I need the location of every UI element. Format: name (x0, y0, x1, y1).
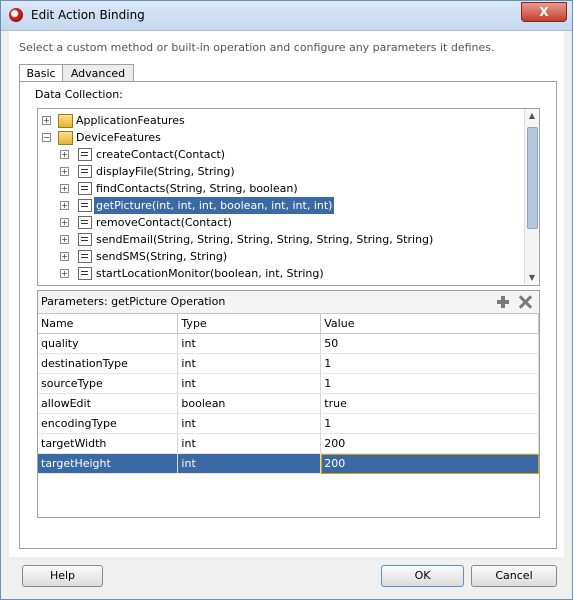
column-header-type[interactable]: Type (177, 314, 322, 334)
param-type: int (177, 353, 322, 374)
param-value[interactable]: 200 (320, 453, 539, 474)
delete-icon[interactable] (517, 294, 533, 310)
param-type: int (177, 413, 322, 434)
param-name: allowEdit (38, 393, 179, 414)
tree-item-label: createContact(Contact) (96, 148, 226, 161)
param-value[interactable]: 1 (320, 353, 539, 374)
description-text: Select a custom method or built-in opera… (19, 41, 495, 54)
ok-button[interactable]: OK (381, 565, 464, 587)
column-header-name[interactable]: Name (38, 314, 179, 334)
close-button[interactable]: X (521, 2, 567, 22)
expand-icon[interactable]: + (60, 218, 69, 227)
param-value[interactable]: 1 (320, 373, 539, 394)
param-type: int (177, 433, 322, 454)
method-icon (78, 199, 92, 212)
param-name: destinationType (38, 353, 179, 374)
param-name: targetWidth (38, 433, 179, 454)
param-type: boolean (177, 393, 322, 414)
basic-tab-panel: Data Collection: + ApplicationFeatures −… (19, 81, 557, 549)
button-bar: Help OK Cancel (1, 559, 572, 599)
scroll-down-icon[interactable]: ▼ (525, 271, 539, 285)
folder-icon (58, 114, 73, 128)
param-value[interactable]: 1 (320, 413, 539, 434)
expand-icon[interactable]: + (60, 252, 69, 261)
table-row[interactable]: sourceType int 1 (38, 373, 539, 394)
param-name: encodingType (38, 413, 179, 434)
param-value[interactable]: true (320, 393, 539, 414)
tree-item-label: displayFile(String, String) (96, 165, 235, 178)
dialog-window: Edit Action Binding X Select a custom me… (0, 0, 573, 600)
expand-icon[interactable]: + (60, 201, 69, 210)
parameters-table: Name Type Value quality int 50 destinati… (38, 314, 539, 474)
parameters-title: Parameters: getPicture Operation (41, 295, 226, 308)
table-row[interactable]: quality int 50 (38, 333, 539, 354)
expand-icon[interactable]: + (60, 150, 69, 159)
scrollbar-thumb[interactable] (527, 127, 538, 229)
expand-icon[interactable]: + (42, 116, 51, 125)
add-icon[interactable] (495, 294, 511, 310)
dialog-content: Select a custom method or built-in opera… (9, 31, 564, 557)
param-type: int (177, 333, 322, 354)
method-icon (78, 267, 92, 280)
param-type: int (177, 373, 322, 394)
param-value[interactable]: 200 (320, 433, 539, 454)
tree-item-label: getPicture(int, int, int, boolean, int, … (94, 197, 335, 214)
expand-icon[interactable]: + (60, 269, 69, 278)
tree-item-label: DeviceFeatures (76, 131, 161, 144)
param-name: targetHeight (38, 453, 179, 474)
scroll-up-icon[interactable]: ▲ (525, 109, 539, 123)
tree-item-label: sendSMS(String, String) (96, 250, 228, 263)
expand-icon[interactable]: + (60, 167, 69, 176)
tree-item-label: startLocationMonitor(boolean, int, Strin… (96, 267, 324, 280)
param-value[interactable]: 50 (320, 333, 539, 354)
window-title: Edit Action Binding (31, 8, 145, 22)
method-icon (78, 250, 92, 263)
tree-scrollbar[interactable]: ▲ ▼ (524, 109, 539, 285)
tree-item-label: removeContact(Contact) (96, 216, 232, 229)
table-row[interactable]: allowEdit boolean true (38, 393, 539, 414)
expand-icon[interactable]: + (60, 235, 69, 244)
folder-icon (58, 131, 73, 145)
help-button[interactable]: Help (22, 565, 103, 587)
tree-item-label: ApplicationFeatures (76, 114, 185, 127)
table-row[interactable]: destinationType int 1 (38, 353, 539, 374)
tree-item-label: sendEmail(String, String, String, String… (96, 233, 434, 246)
parameters-header: Parameters: getPicture Operation (38, 291, 539, 314)
param-name: quality (38, 333, 179, 354)
column-header-value[interactable]: Value (320, 314, 539, 334)
tree-item-label: findContacts(String, String, boolean) (96, 182, 298, 195)
table-row[interactable]: encodingType int 1 (38, 413, 539, 434)
parameters-panel: Parameters: getPicture Operation Name Ty… (37, 290, 540, 518)
method-icon (78, 148, 92, 161)
table-row[interactable]: targetWidth int 200 (38, 433, 539, 454)
cancel-button[interactable]: Cancel (471, 565, 557, 587)
expand-icon[interactable]: + (60, 184, 69, 193)
method-icon (78, 216, 92, 229)
oracle-logo-icon (9, 8, 23, 22)
table-header-row: Name Type Value (38, 314, 539, 334)
param-name: sourceType (38, 373, 179, 394)
data-collection-tree[interactable]: + ApplicationFeatures − DeviceFeatures +… (37, 108, 540, 286)
table-row-selected[interactable]: targetHeight int 200 (38, 453, 539, 474)
collapse-icon[interactable]: − (42, 133, 51, 142)
data-collection-label: Data Collection: (35, 88, 123, 101)
method-icon (78, 233, 92, 246)
method-icon (78, 165, 92, 178)
method-icon (78, 182, 92, 195)
param-type: int (177, 453, 322, 474)
title-bar: Edit Action Binding X (1, 1, 572, 31)
